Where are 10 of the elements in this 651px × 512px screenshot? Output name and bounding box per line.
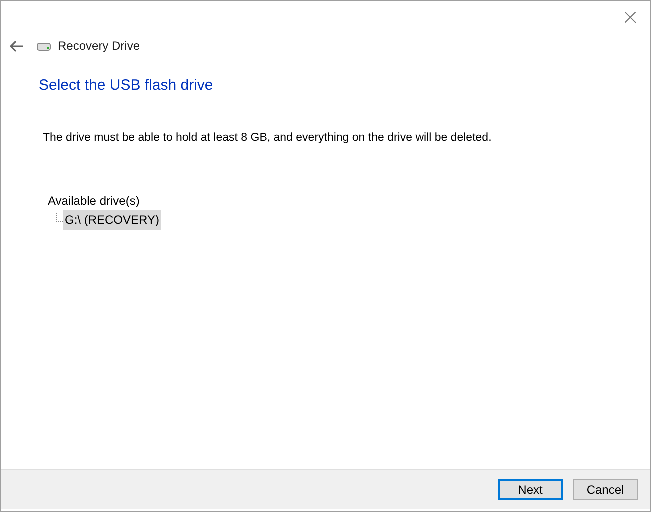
drive-item[interactable]: G:\ (RECOVERY) [63,210,162,230]
next-button[interactable]: Next [498,479,563,500]
cancel-button[interactable]: Cancel [573,479,638,500]
window-title: Recovery Drive [58,38,140,55]
drives-label: Available drive(s) [48,192,141,210]
page-heading: Select the USB flash drive [39,76,214,96]
back-arrow-icon[interactable] [10,40,23,52]
close-icon[interactable] [625,12,636,22]
description-text: The drive must be able to hold at least 8 GB, and everything on the drive will be deleted. [43,130,493,146]
drive-icon [37,42,51,50]
